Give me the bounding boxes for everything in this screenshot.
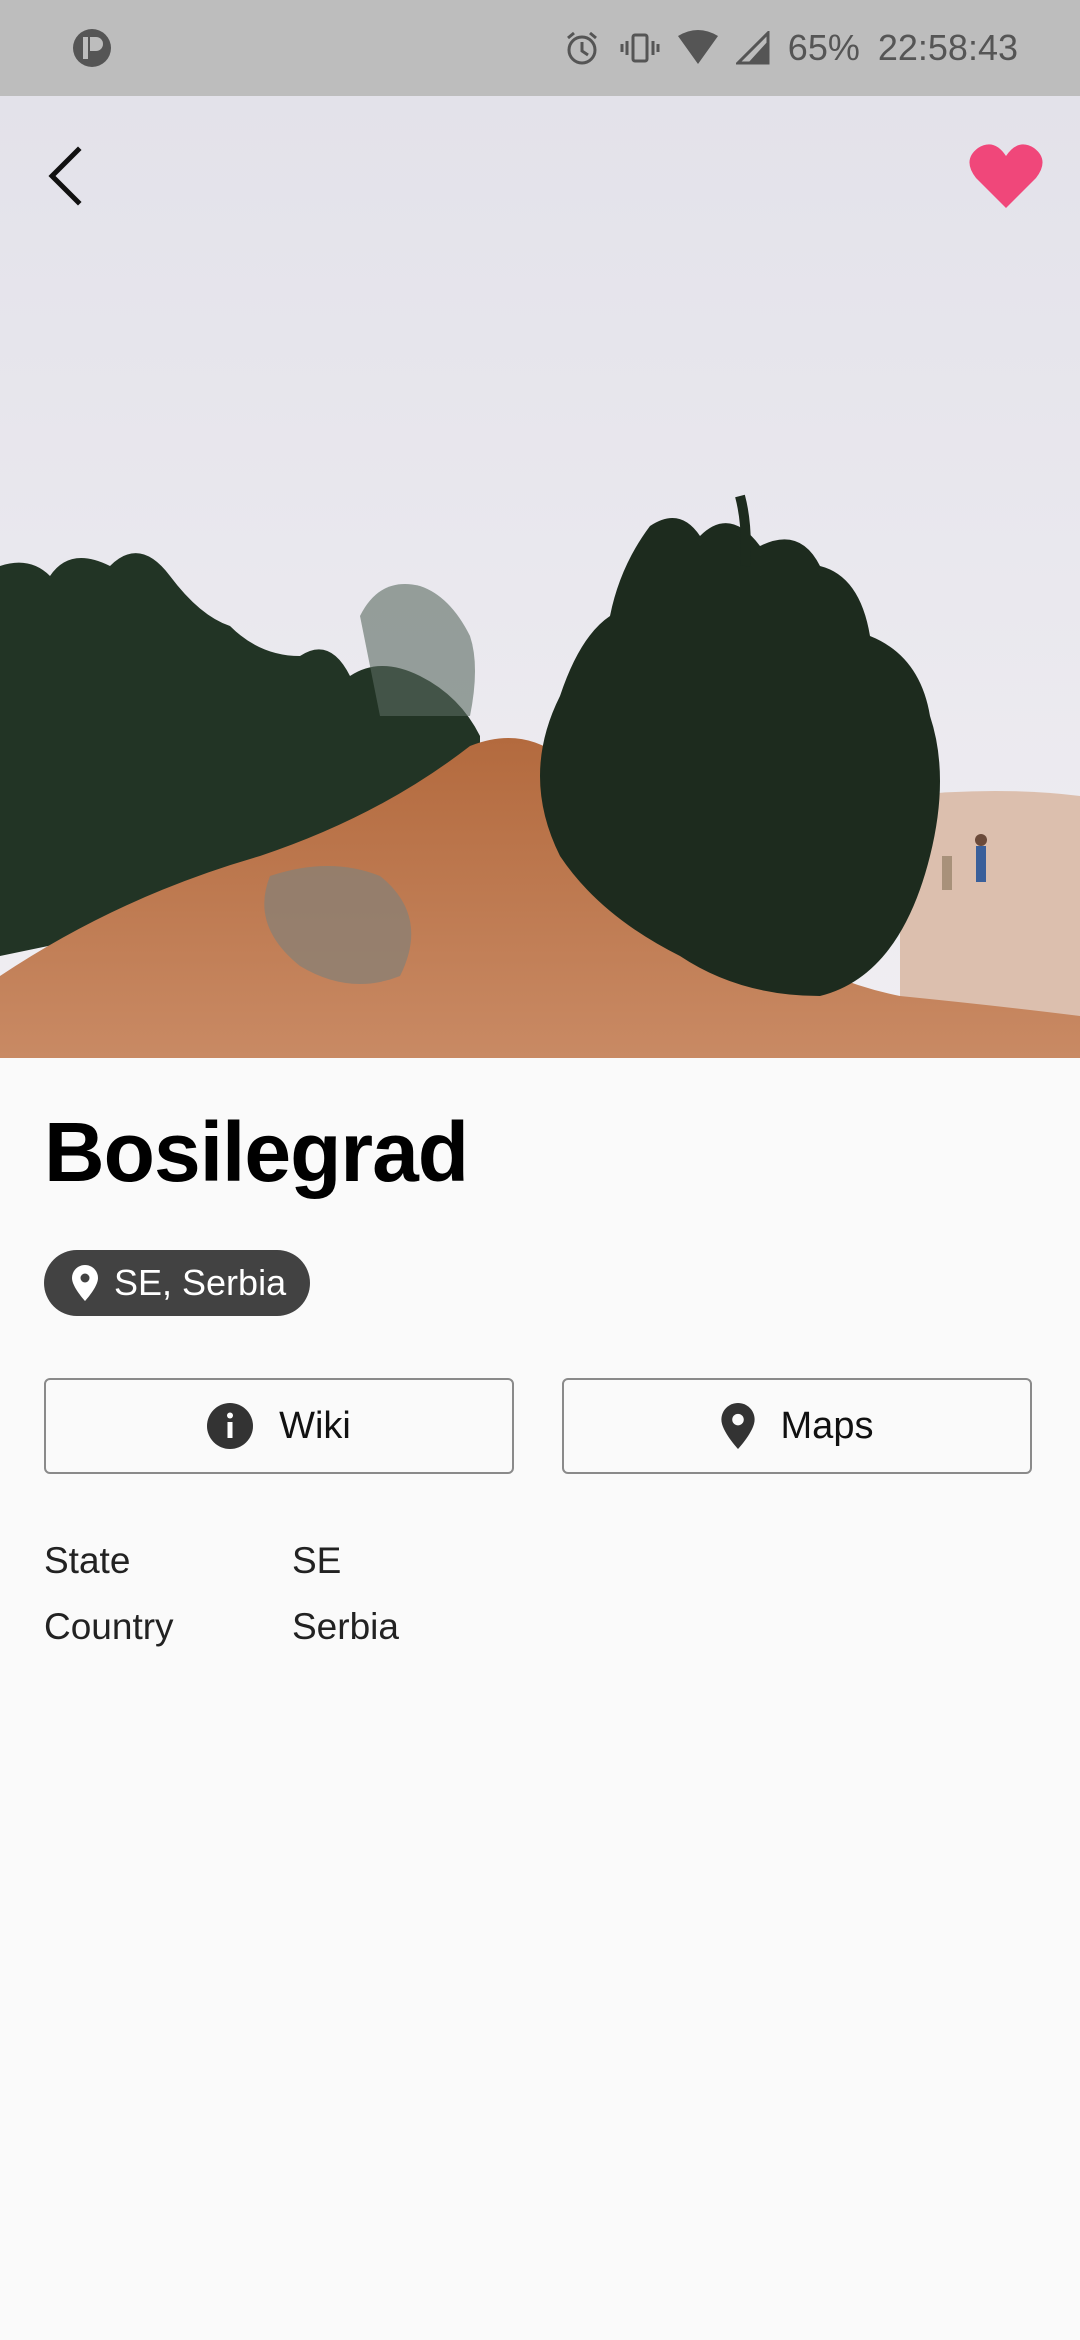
location-chip-label: SE, Serbia [114, 1262, 287, 1303]
wiki-button-label: Wiki [279, 1404, 351, 1447]
battery-percent: 65% [787, 27, 860, 68]
back-arrow-icon[interactable] [36, 136, 96, 216]
detail-key: State [44, 1540, 131, 1581]
alarm-icon [566, 31, 597, 65]
hero-image [0, 96, 1080, 1058]
place-title: Bosilegrad [44, 1105, 469, 1199]
detail-value: SE [292, 1540, 342, 1581]
maps-button-label: Maps [780, 1404, 874, 1447]
details-table: State SE Country Serbia [44, 1528, 399, 1660]
status-icons: 65% 22:58:43 [562, 0, 1018, 96]
detail-key: Country [44, 1606, 174, 1647]
maps-button[interactable]: Maps [562, 1378, 1032, 1474]
clock: 22:58:43 [877, 27, 1018, 68]
wifi-icon [677, 30, 718, 64]
heart-icon[interactable] [968, 142, 1044, 212]
detail-value: Serbia [292, 1606, 399, 1647]
location-chip[interactable]: SE, Serbia [44, 1250, 311, 1316]
app-indicator-icon [73, 29, 111, 67]
detail-row-country: Country Serbia [44, 1594, 399, 1660]
status-bar: 65% 22:58:43 [0, 0, 1080, 96]
location-pin-icon [72, 1265, 98, 1301]
signal-icon [735, 31, 770, 65]
wiki-button[interactable]: Wiki [44, 1378, 514, 1474]
info-icon [207, 1403, 254, 1449]
detail-row-state: State SE [44, 1528, 399, 1594]
landscape-photo [0, 96, 1080, 1058]
map-pin-icon [720, 1403, 755, 1449]
vibrate-icon [620, 33, 660, 63]
